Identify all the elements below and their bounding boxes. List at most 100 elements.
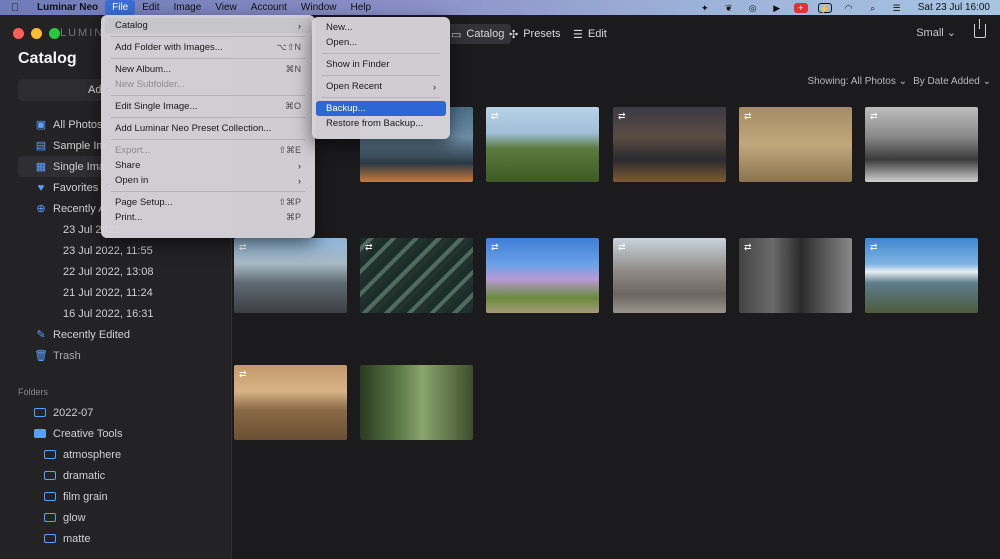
flag-icon[interactable]: + bbox=[793, 2, 808, 13]
menu-item-page-setup[interactable]: Page Setup... ⇧⌘P bbox=[105, 195, 311, 210]
photo-thumbnail[interactable] bbox=[360, 365, 473, 440]
sidebar-item-trash[interactable]: 🗑 Trash bbox=[18, 345, 228, 366]
showing-filter[interactable]: Showing: All Photos ⌄ bbox=[807, 76, 907, 87]
tab-label: Presets bbox=[523, 28, 561, 40]
menu-item-label: Share bbox=[115, 160, 141, 171]
menu-item-share[interactable]: Share › bbox=[105, 158, 311, 173]
menu-item-catalog[interactable]: Catalog › bbox=[105, 18, 311, 33]
presets-icon: ✣ bbox=[509, 28, 519, 41]
photo-thumbnail[interactable]: ⇄ bbox=[613, 107, 726, 182]
menu-divider bbox=[111, 58, 305, 59]
menu-account[interactable]: Account bbox=[244, 0, 294, 15]
menu-item-label: Edit Single Image... bbox=[115, 101, 198, 112]
menu-item-open-in[interactable]: Open in › bbox=[105, 173, 311, 188]
photo-thumbnail[interactable]: ⇄ bbox=[865, 238, 978, 313]
menu-item-add-folder[interactable]: Add Folder with Images... ⌥⇧N bbox=[105, 40, 311, 55]
sync-icon[interactable]: ◎ bbox=[746, 3, 760, 13]
menu-image[interactable]: Image bbox=[166, 0, 208, 15]
menu-view[interactable]: View bbox=[208, 0, 244, 15]
feather-icon[interactable]: ❦ bbox=[722, 3, 736, 13]
sidebar-item-recently-edited[interactable]: ✎ Recently Edited bbox=[18, 324, 228, 345]
menu-item-edit-single-image[interactable]: Edit Single Image... ⌘O bbox=[105, 99, 311, 114]
folder-item[interactable]: film grain bbox=[18, 486, 228, 507]
menu-divider bbox=[111, 95, 305, 96]
chevron-down-icon: ⌄ bbox=[895, 76, 907, 87]
photo-thumbnail[interactable]: ⇄ bbox=[486, 238, 599, 313]
heart-icon: ♥ bbox=[37, 181, 45, 194]
menu-divider bbox=[322, 75, 440, 76]
apple-icon[interactable]:  bbox=[0, 2, 30, 14]
search-icon[interactable]: ⌕ bbox=[866, 3, 880, 13]
sidebar-title: Catalog bbox=[18, 50, 77, 67]
menu-shortcut: ⌘P bbox=[285, 212, 301, 222]
photo-thumbnail[interactable]: ⇄ bbox=[486, 107, 599, 182]
catalog-submenu: New... Open... Show in Finder Open Recen… bbox=[312, 17, 450, 139]
folder-item[interactable]: dramatic bbox=[18, 465, 228, 486]
menu-item-label: Backup... bbox=[326, 103, 366, 114]
edited-badge-icon: ⇄ bbox=[870, 111, 878, 121]
menu-luminar-neo[interactable]: Luminar Neo bbox=[30, 0, 105, 15]
folder-item[interactable]: matte bbox=[18, 528, 228, 549]
menu-edit[interactable]: Edit bbox=[135, 0, 166, 15]
thumbnail-size-select[interactable]: Small ⌄ bbox=[916, 26, 956, 39]
menu-item-label: Open in bbox=[115, 175, 149, 186]
folder-label: dramatic bbox=[63, 469, 106, 482]
folder-item[interactable]: glow bbox=[18, 507, 228, 528]
photo-thumbnail[interactable]: ⇄ bbox=[739, 107, 852, 182]
menu-item-show-in-finder[interactable]: Show in Finder bbox=[316, 57, 446, 72]
menu-file[interactable]: File bbox=[105, 0, 136, 15]
sidebar-item-date[interactable]: 16 Jul 2022, 16:31 bbox=[18, 303, 228, 324]
menu-item-new-subfolder[interactable]: New Subfolder... bbox=[105, 77, 311, 92]
share-icon[interactable] bbox=[974, 19, 986, 38]
sidebar-item-date[interactable]: 21 Jul 2022, 11:24 bbox=[18, 282, 228, 303]
folder-label: matte bbox=[63, 532, 91, 545]
dropbox-icon[interactable]: ✦ bbox=[698, 3, 712, 13]
folder-item[interactable]: atmosphere bbox=[18, 444, 228, 465]
wifi-icon[interactable]: ◠ bbox=[842, 3, 856, 13]
menu-shortcut: ⇧⌘P bbox=[278, 197, 301, 207]
photo-thumbnail[interactable]: ⇄ bbox=[613, 238, 726, 313]
photo-thumbnail[interactable]: ⇄ bbox=[234, 238, 347, 313]
menu-item-print[interactable]: Print... ⌘P bbox=[105, 210, 311, 225]
menu-item-restore-from-backup[interactable]: Restore from Backup... bbox=[316, 116, 446, 131]
photos-icon: ▣ bbox=[35, 119, 47, 131]
menu-item-open[interactable]: Open... bbox=[316, 35, 446, 50]
play-icon[interactable]: ▶ bbox=[770, 3, 784, 13]
folder-label: glow bbox=[63, 511, 86, 524]
menu-item-backup[interactable]: Backup... bbox=[316, 101, 446, 116]
photo-thumbnail[interactable]: ⇄ bbox=[865, 107, 978, 182]
menu-help[interactable]: Help bbox=[344, 0, 379, 15]
sidebar-item-date[interactable]: 23 Jul 2022, 11:55 bbox=[18, 240, 228, 261]
menu-item-add-preset-collection[interactable]: Add Luminar Neo Preset Collection... bbox=[105, 121, 311, 136]
menu-item-new[interactable]: New... bbox=[316, 20, 446, 35]
control-center-icon[interactable]: ☰ bbox=[890, 3, 904, 13]
battery-icon[interactable]: ⚡ bbox=[817, 2, 832, 14]
menu-window[interactable]: Window bbox=[294, 0, 344, 15]
chevron-right-icon: › bbox=[298, 160, 301, 171]
photo-thumbnail[interactable]: ⇄ bbox=[360, 238, 473, 313]
menu-item-label: Export... bbox=[115, 145, 151, 156]
menu-item-open-recent[interactable]: Open Recent › bbox=[316, 79, 446, 94]
folder-item[interactable]: Creative Tools bbox=[18, 423, 228, 444]
plus-circle-icon: ⊕ bbox=[36, 203, 46, 215]
sort-filter[interactable]: By Date Added ⌄ bbox=[913, 76, 991, 87]
menu-item-export[interactable]: Export... ⇧⌘E bbox=[105, 143, 311, 158]
tab-edit[interactable]: ☰ Edit bbox=[566, 24, 614, 44]
sidebar-item-label: Single Ima bbox=[53, 160, 105, 173]
minimize-window-icon[interactable] bbox=[31, 28, 42, 39]
close-window-icon[interactable] bbox=[13, 28, 24, 39]
menu-divider bbox=[111, 139, 305, 140]
edited-badge-icon: ⇄ bbox=[491, 111, 499, 121]
menu-item-label: New Subfolder... bbox=[115, 79, 185, 90]
photo-thumbnail[interactable]: ⇄ bbox=[234, 365, 347, 440]
folder-item[interactable]: 2022-07 bbox=[18, 402, 228, 423]
sidebar-item-date[interactable]: 22 Jul 2022, 13:08 bbox=[18, 261, 228, 282]
menu-item-new-album[interactable]: New Album... ⌘N bbox=[105, 62, 311, 77]
folder-icon bbox=[44, 492, 56, 501]
edited-badge-icon: ⇄ bbox=[618, 111, 626, 121]
tab-presets[interactable]: ✣ Presets bbox=[502, 24, 568, 44]
menubar-clock[interactable]: Sat 23 Jul 16:00 bbox=[914, 2, 990, 13]
photo-thumbnail[interactable]: ⇄ bbox=[739, 238, 852, 313]
folders-heading: Folders bbox=[18, 387, 49, 397]
zoom-window-icon[interactable] bbox=[49, 28, 60, 39]
